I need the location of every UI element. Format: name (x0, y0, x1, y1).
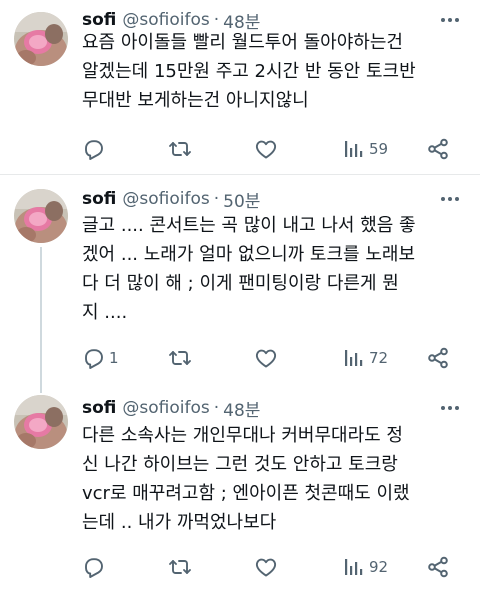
tweet-header: sofi @sofioifos · 50분 (82, 186, 260, 212)
action-bar: 1 72 (82, 345, 464, 371)
heart-icon (254, 137, 278, 161)
heart-icon (254, 346, 278, 370)
reply-button[interactable]: 1 (82, 345, 119, 371)
more-dots-icon[interactable] (438, 396, 462, 420)
tweet[interactable]: sofi @sofioifos · 50분 글고 .... 콘서트는 곡 많이 … (0, 175, 480, 385)
reply-button[interactable] (82, 136, 109, 162)
share-icon (426, 555, 450, 579)
heart-icon (254, 555, 278, 579)
reply-icon (82, 137, 106, 161)
tweet-text: 요즘 아이돌들 빨리 월드투어 돌아야하는건 알겠는데 15만원 주고 2시간 … (82, 28, 466, 115)
user-handle[interactable]: @sofioifos (122, 398, 209, 418)
view-count: 72 (369, 349, 389, 367)
view-count: 92 (369, 558, 389, 576)
tweet-text: 다른 소속사는 개인무대나 커버무대라도 정 신 나간 하이브는 그런 것도 안… (82, 421, 466, 537)
views-button[interactable]: 59 (342, 136, 388, 162)
share-button[interactable] (426, 554, 450, 580)
separator-dot: · (213, 189, 220, 209)
thread-connector (40, 385, 42, 393)
retweet-button[interactable] (168, 345, 195, 371)
tweet-text-line: vcr로 매꾸려고함 ; 엔아이픈 첫콘때도 이랬 (82, 483, 410, 504)
like-button[interactable] (254, 136, 281, 162)
tweet-text-line: 다른 소속사는 개인무대나 커버무대라도 정 (82, 425, 403, 446)
display-name[interactable]: sofi (82, 10, 116, 30)
tweet-header: sofi @sofioifos · 48분 (82, 395, 260, 421)
avatar[interactable] (14, 189, 68, 243)
retweet-icon (168, 137, 192, 161)
retweet-icon (168, 346, 192, 370)
tweet-text-line: 알겠는데 15만원 주고 2시간 반 동안 토크반 (82, 61, 416, 82)
user-handle[interactable]: @sofioifos (122, 10, 209, 30)
tweet-text-line: 다 더 많이 해 ; 이게 팬미팅이랑 다른게 뭔 (82, 273, 399, 294)
like-button[interactable] (254, 345, 281, 371)
tweet-text-line: 는데 .. 내가 까먹었나보다 (82, 512, 277, 533)
separator-dot: · (213, 398, 220, 418)
user-handle[interactable]: @sofioifos (122, 189, 209, 209)
separator-dot: · (213, 10, 220, 30)
views-bar-icon (342, 137, 366, 161)
views-button[interactable]: 72 (342, 345, 388, 371)
tweet[interactable]: sofi @sofioifos · 48분 요즘 아이돌들 빨리 월드투어 돌아… (0, 0, 480, 174)
retweet-button[interactable] (168, 554, 195, 580)
tweet-text-line: 지 .... (82, 302, 128, 323)
reply-icon (82, 346, 106, 370)
more-dots-icon[interactable] (438, 187, 462, 211)
share-icon (426, 137, 450, 161)
share-button[interactable] (426, 136, 450, 162)
tweet-text: 글고 .... 콘서트는 곡 많이 내고 나서 했음 좋 겠어 ... 노래가 … (82, 211, 466, 327)
tweet-text-line: 글고 .... 콘서트는 곡 많이 내고 나서 했음 좋 (82, 215, 416, 236)
tweet-text-line: 겠어 ... 노래가 얼마 없으니까 토크를 노래보 (82, 244, 416, 265)
tweet-text-line: 요즘 아이돌들 빨리 월드투어 돌아야하는건 (82, 32, 403, 53)
tweet[interactable]: sofi @sofioifos · 48분 다른 소속사는 개인무대나 커버무대… (0, 385, 480, 593)
display-name[interactable]: sofi (82, 189, 116, 209)
views-bar-icon (342, 346, 366, 370)
views-bar-icon (342, 555, 366, 579)
avatar[interactable] (14, 12, 68, 66)
action-bar: 59 (82, 136, 464, 162)
timestamp[interactable]: 50분 (223, 187, 260, 212)
reply-button[interactable] (82, 554, 109, 580)
retweet-button[interactable] (168, 136, 195, 162)
reply-icon (82, 555, 106, 579)
thread-connector (40, 247, 42, 385)
timestamp[interactable]: 48분 (223, 396, 260, 421)
reply-count: 1 (109, 349, 119, 367)
share-icon (426, 346, 450, 370)
avatar[interactable] (14, 395, 68, 449)
retweet-icon (168, 555, 192, 579)
like-button[interactable] (254, 554, 281, 580)
view-count: 59 (369, 140, 389, 158)
share-button[interactable] (426, 345, 450, 371)
tweet-text-line: 신 나간 하이브는 그런 것도 안하고 토크랑 (82, 454, 398, 475)
views-button[interactable]: 92 (342, 554, 388, 580)
display-name[interactable]: sofi (82, 398, 116, 418)
tweet-text-line: 무대반 보게하는건 아니지않니 (82, 90, 309, 111)
action-bar: 92 (82, 554, 464, 580)
